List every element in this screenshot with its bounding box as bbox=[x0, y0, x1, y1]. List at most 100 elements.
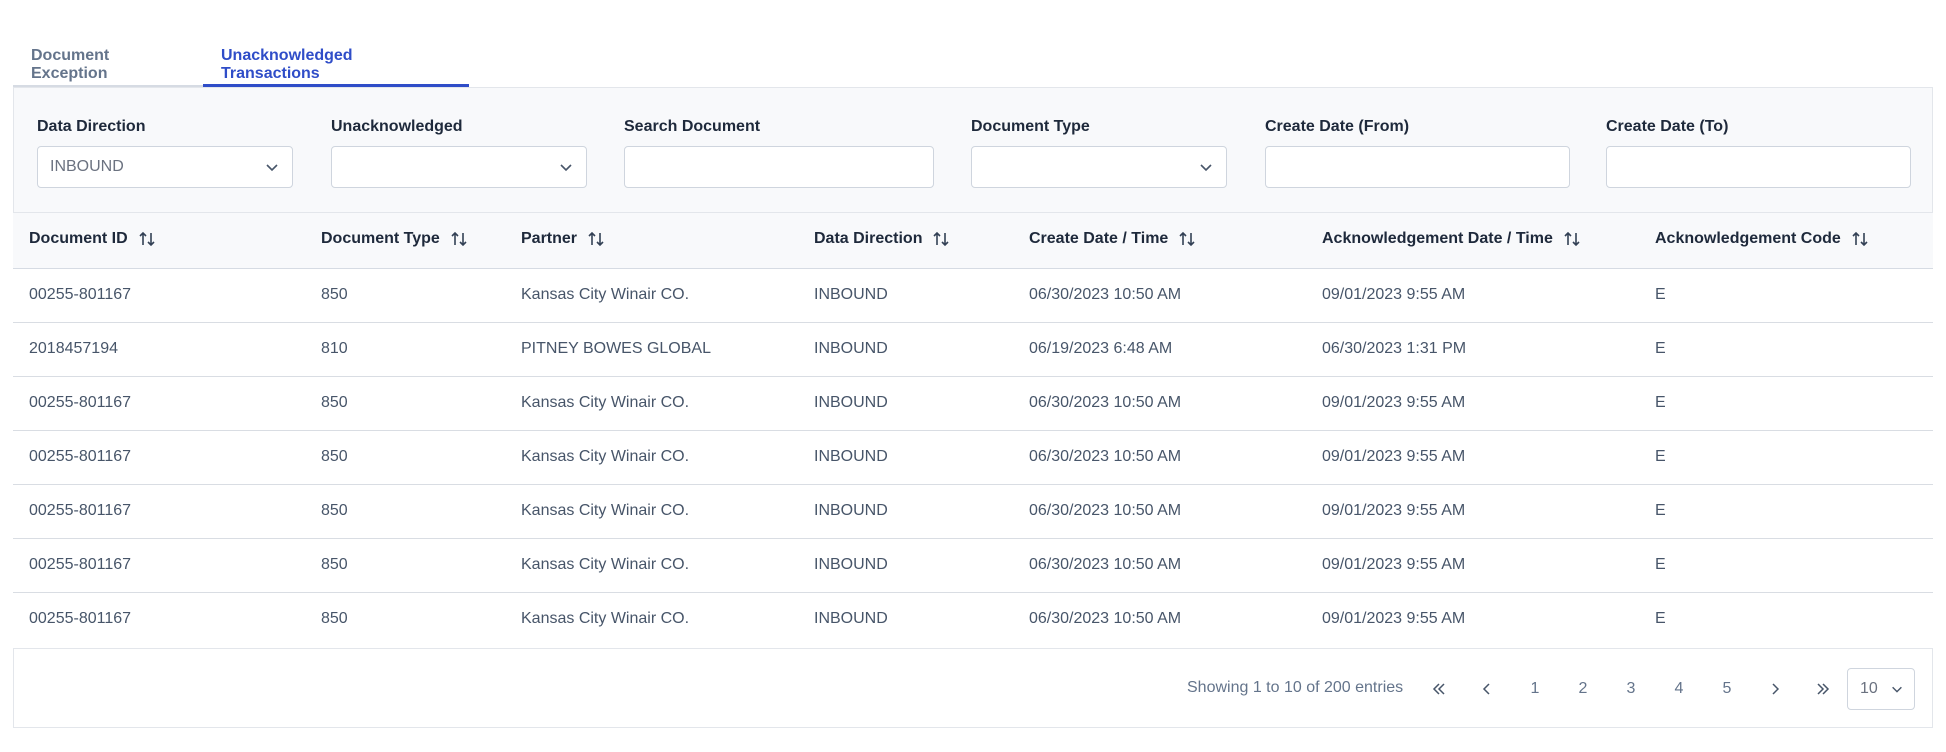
column-header-label: Data Direction bbox=[814, 230, 923, 247]
column-header-ack-date[interactable]: Acknowledgement Date / Time bbox=[1322, 230, 1581, 248]
chevron-down-icon bbox=[1892, 686, 1902, 693]
column-header-document-type[interactable]: Document Type bbox=[321, 230, 468, 248]
cell-document-type: 810 bbox=[321, 340, 348, 357]
sort-arrows-icon[interactable] bbox=[450, 230, 468, 248]
page-size-select[interactable]: 10 bbox=[1847, 668, 1915, 710]
cell-document-id: 00255-801167 bbox=[29, 502, 132, 519]
cell-data-direction: INBOUND bbox=[814, 448, 888, 465]
cell-ack-date: 09/01/2023 9:55 AM bbox=[1322, 502, 1466, 519]
chevron-left-icon bbox=[1482, 683, 1490, 695]
column-header-label: Partner bbox=[521, 230, 578, 247]
page-size-value: 10 bbox=[1860, 680, 1878, 697]
cell-document-id: 00255-801167 bbox=[29, 394, 132, 411]
column-header-label: Document Type bbox=[321, 230, 440, 247]
sort-arrows-icon[interactable] bbox=[1851, 230, 1869, 248]
cell-document-type: 850 bbox=[321, 394, 348, 411]
page-button-5[interactable]: 5 bbox=[1709, 671, 1745, 707]
cell-ack-date: 09/01/2023 9:55 AM bbox=[1322, 286, 1466, 303]
table-row[interactable]: 00255-801167 850 Kansas City Winair CO. … bbox=[13, 593, 1933, 647]
column-header-partner[interactable]: Partner bbox=[521, 230, 605, 248]
column-header-label: Acknowledgement Code bbox=[1655, 230, 1841, 247]
create-date-from-label: Create Date (From) bbox=[1265, 118, 1410, 135]
cell-data-direction: INBOUND bbox=[814, 286, 888, 303]
sort-arrows-icon[interactable] bbox=[932, 230, 950, 248]
sort-arrows-icon[interactable] bbox=[138, 230, 156, 248]
cell-create-date: 06/30/2023 10:50 AM bbox=[1029, 448, 1182, 465]
document-type-filter: Document Type bbox=[971, 118, 1227, 188]
create-date-to-input[interactable] bbox=[1606, 146, 1911, 188]
document-type-select[interactable] bbox=[971, 146, 1227, 188]
cell-data-direction: INBOUND bbox=[814, 394, 888, 411]
cell-partner: Kansas City Winair CO. bbox=[521, 286, 690, 303]
page-button-3[interactable]: 3 bbox=[1613, 671, 1649, 707]
cell-document-type: 850 bbox=[321, 556, 348, 573]
table-row[interactable]: 00255-801167 850 Kansas City Winair CO. … bbox=[13, 539, 1933, 593]
create-date-to-label: Create Date (To) bbox=[1606, 118, 1729, 135]
sort-arrows-icon[interactable] bbox=[1178, 230, 1196, 248]
chevron-down-icon bbox=[1200, 164, 1212, 172]
table-row[interactable]: 00255-801167 850 Kansas City Winair CO. … bbox=[13, 485, 1933, 539]
table-row[interactable]: 2018457194 810 PITNEY BOWES GLOBAL INBOU… bbox=[13, 323, 1933, 377]
table-row[interactable]: 00255-801167 850 Kansas City Winair CO. … bbox=[13, 269, 1933, 323]
cell-document-id: 00255-801167 bbox=[29, 556, 132, 573]
create-date-from-input[interactable] bbox=[1265, 146, 1570, 188]
column-header-label: Create Date / Time bbox=[1029, 230, 1169, 247]
tab-document-exception[interactable]: Document Exception bbox=[13, 35, 203, 87]
next-page-button[interactable] bbox=[1757, 671, 1793, 707]
cell-partner: Kansas City Winair CO. bbox=[521, 394, 690, 411]
cell-create-date: 06/30/2023 10:50 AM bbox=[1029, 286, 1182, 303]
search-document-input[interactable] bbox=[624, 146, 934, 188]
prev-page-button[interactable] bbox=[1469, 671, 1505, 707]
first-page-button[interactable] bbox=[1421, 671, 1457, 707]
column-header-create-date[interactable]: Create Date / Time bbox=[1029, 230, 1196, 248]
data-direction-value: INBOUND bbox=[50, 158, 124, 175]
cell-ack-code: E bbox=[1655, 556, 1666, 573]
search-document-label: Search Document bbox=[624, 118, 761, 135]
cell-document-type: 850 bbox=[321, 286, 348, 303]
create-date-from-filter: Create Date (From) bbox=[1265, 118, 1570, 188]
cell-create-date: 06/19/2023 6:48 AM bbox=[1029, 340, 1173, 357]
cell-document-id: 00255-801167 bbox=[29, 448, 132, 465]
cell-document-type: 850 bbox=[321, 448, 348, 465]
cell-ack-code: E bbox=[1655, 340, 1666, 357]
cell-ack-code: E bbox=[1655, 448, 1666, 465]
cell-partner: Kansas City Winair CO. bbox=[521, 448, 690, 465]
search-document-filter: Search Document bbox=[624, 118, 934, 188]
cell-data-direction: INBOUND bbox=[814, 340, 888, 357]
cell-ack-code: E bbox=[1655, 394, 1666, 411]
cell-ack-code: E bbox=[1655, 502, 1666, 519]
page-button-1[interactable]: 1 bbox=[1517, 671, 1553, 707]
filter-panel: Data Direction INBOUND Unacknowledged Se… bbox=[13, 87, 1933, 213]
table-row[interactable]: 00255-801167 850 Kansas City Winair CO. … bbox=[13, 431, 1933, 485]
last-page-button[interactable] bbox=[1805, 671, 1841, 707]
table-header: Document ID Document Type Partner Data D… bbox=[13, 213, 1933, 269]
tab-unacknowledged-transactions[interactable]: Unacknowledged Transactions bbox=[203, 35, 469, 87]
data-direction-select[interactable]: INBOUND bbox=[37, 146, 293, 188]
table-row[interactable]: 00255-801167 850 Kansas City Winair CO. … bbox=[13, 377, 1933, 431]
tab-bar: Document Exception Unacknowledged Transa… bbox=[13, 35, 1933, 87]
page-button-2[interactable]: 2 bbox=[1565, 671, 1601, 707]
chevron-down-icon bbox=[266, 164, 278, 172]
sort-arrows-icon[interactable] bbox=[587, 230, 605, 248]
column-header-ack-code[interactable]: Acknowledgement Code bbox=[1655, 230, 1869, 248]
cell-document-id: 00255-801167 bbox=[29, 286, 132, 303]
column-header-document-id[interactable]: Document ID bbox=[29, 230, 156, 248]
cell-create-date: 06/30/2023 10:50 AM bbox=[1029, 556, 1182, 573]
column-header-label: Document ID bbox=[29, 230, 128, 247]
cell-ack-date: 09/01/2023 9:55 AM bbox=[1322, 394, 1466, 411]
cell-ack-date: 06/30/2023 1:31 PM bbox=[1322, 340, 1467, 357]
cell-partner: PITNEY BOWES GLOBAL bbox=[521, 340, 711, 357]
sort-arrows-icon[interactable] bbox=[1563, 230, 1581, 248]
create-date-to-filter: Create Date (To) bbox=[1606, 118, 1911, 188]
page-button-4[interactable]: 4 bbox=[1661, 671, 1697, 707]
chevron-right-icon bbox=[1772, 683, 1780, 695]
pagination-bar: Showing 1 to 10 of 200 entries 1 2 3 4 5… bbox=[13, 648, 1933, 728]
cell-partner: Kansas City Winair CO. bbox=[521, 556, 690, 573]
column-header-label: Acknowledgement Date / Time bbox=[1322, 230, 1553, 247]
cell-ack-date: 09/01/2023 9:55 AM bbox=[1322, 610, 1466, 627]
cell-document-id: 00255-801167 bbox=[29, 610, 132, 627]
unacknowledged-select[interactable] bbox=[331, 146, 587, 188]
cell-data-direction: INBOUND bbox=[814, 556, 888, 573]
cell-create-date: 06/30/2023 10:50 AM bbox=[1029, 394, 1182, 411]
column-header-data-direction[interactable]: Data Direction bbox=[814, 230, 950, 248]
